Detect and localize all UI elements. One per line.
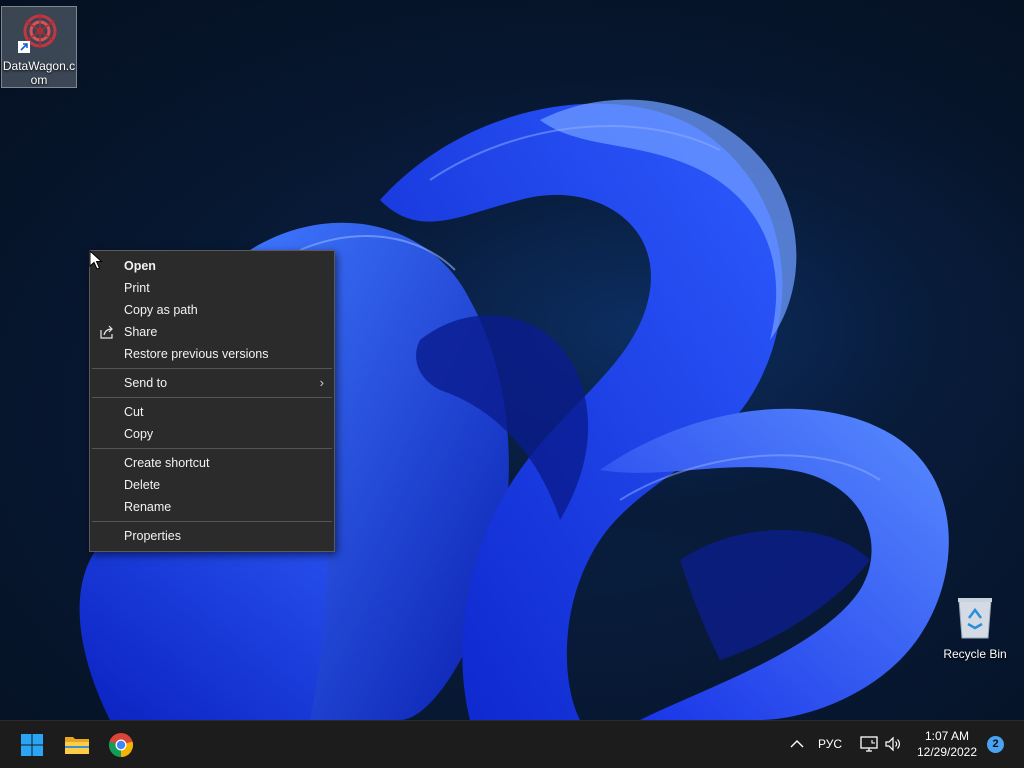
menu-item-label: Restore previous versions — [124, 347, 269, 361]
menu-item-share[interactable]: Share — [90, 321, 334, 343]
menu-separator — [92, 397, 332, 398]
menu-separator — [92, 521, 332, 522]
menu-item-label: Open — [124, 259, 156, 273]
network-icon[interactable] — [859, 734, 879, 754]
desktop-icon-label: Recycle Bin — [943, 647, 1007, 661]
start-button[interactable] — [16, 729, 48, 761]
menu-item-send-to[interactable]: Send to › — [90, 372, 334, 394]
menu-item-copy-as-path[interactable]: Copy as path — [90, 299, 334, 321]
windows-logo-icon — [21, 734, 43, 756]
volume-icon[interactable] — [883, 734, 903, 754]
menu-item-restore-previous-versions[interactable]: Restore previous versions — [90, 343, 334, 365]
chrome-button[interactable] — [105, 729, 137, 761]
menu-item-label: Cut — [124, 405, 144, 419]
share-icon — [100, 325, 113, 339]
clock-time: 1:07 AM — [924, 729, 970, 743]
mouse-cursor-icon — [89, 250, 103, 270]
menu-separator — [92, 368, 332, 369]
menu-item-rename[interactable]: Rename — [90, 496, 334, 518]
desktop-icon-label: DataWagon.com — [2, 59, 76, 87]
taskbar: РУС 1:07 AM 12/29/2022 2 — [0, 720, 1024, 768]
chevron-right-icon: › — [319, 375, 324, 390]
recycle-bin-icon — [958, 598, 992, 639]
folder-icon — [65, 737, 89, 754]
menu-item-open[interactable]: Open — [90, 255, 334, 277]
menu-item-label: Rename — [124, 500, 172, 514]
context-menu: Open Print Copy as path Share Restore pr… — [89, 250, 335, 552]
menu-separator — [92, 448, 332, 449]
menu-item-label: Share — [124, 325, 158, 339]
chrome-icon — [108, 733, 134, 757]
menu-item-label: Delete — [124, 478, 161, 492]
menu-item-print[interactable]: Print — [90, 277, 334, 299]
datawagon-shortcut-icon — [18, 14, 57, 53]
menu-item-properties[interactable]: Properties — [90, 525, 334, 547]
notification-badge[interactable]: 2 — [987, 736, 1004, 753]
menu-item-cut[interactable]: Cut — [90, 401, 334, 423]
language-indicator[interactable]: РУС — [818, 737, 842, 751]
menu-item-copy[interactable]: Copy — [90, 423, 334, 445]
menu-item-delete[interactable]: Delete — [90, 474, 334, 496]
menu-item-create-shortcut[interactable]: Create shortcut — [90, 452, 334, 474]
desktop-icon-recycle-bin[interactable]: Recycle Bin — [938, 594, 1012, 664]
menu-item-label: Properties — [124, 529, 181, 543]
chevron-up-icon[interactable] — [788, 735, 806, 753]
menu-item-label: Print — [124, 281, 150, 295]
menu-item-label: Create shortcut — [124, 456, 210, 470]
menu-item-label: Copy — [124, 427, 154, 441]
menu-item-label: Copy as path — [124, 303, 198, 317]
clock[interactable]: 1:07 AM 12/29/2022 — [910, 728, 984, 760]
menu-item-label: Send to — [124, 376, 168, 390]
file-explorer-button[interactable] — [61, 729, 93, 761]
desktop-icon-datawagon[interactable]: DataWagon.com — [1, 6, 77, 88]
clock-date: 12/29/2022 — [916, 745, 978, 759]
